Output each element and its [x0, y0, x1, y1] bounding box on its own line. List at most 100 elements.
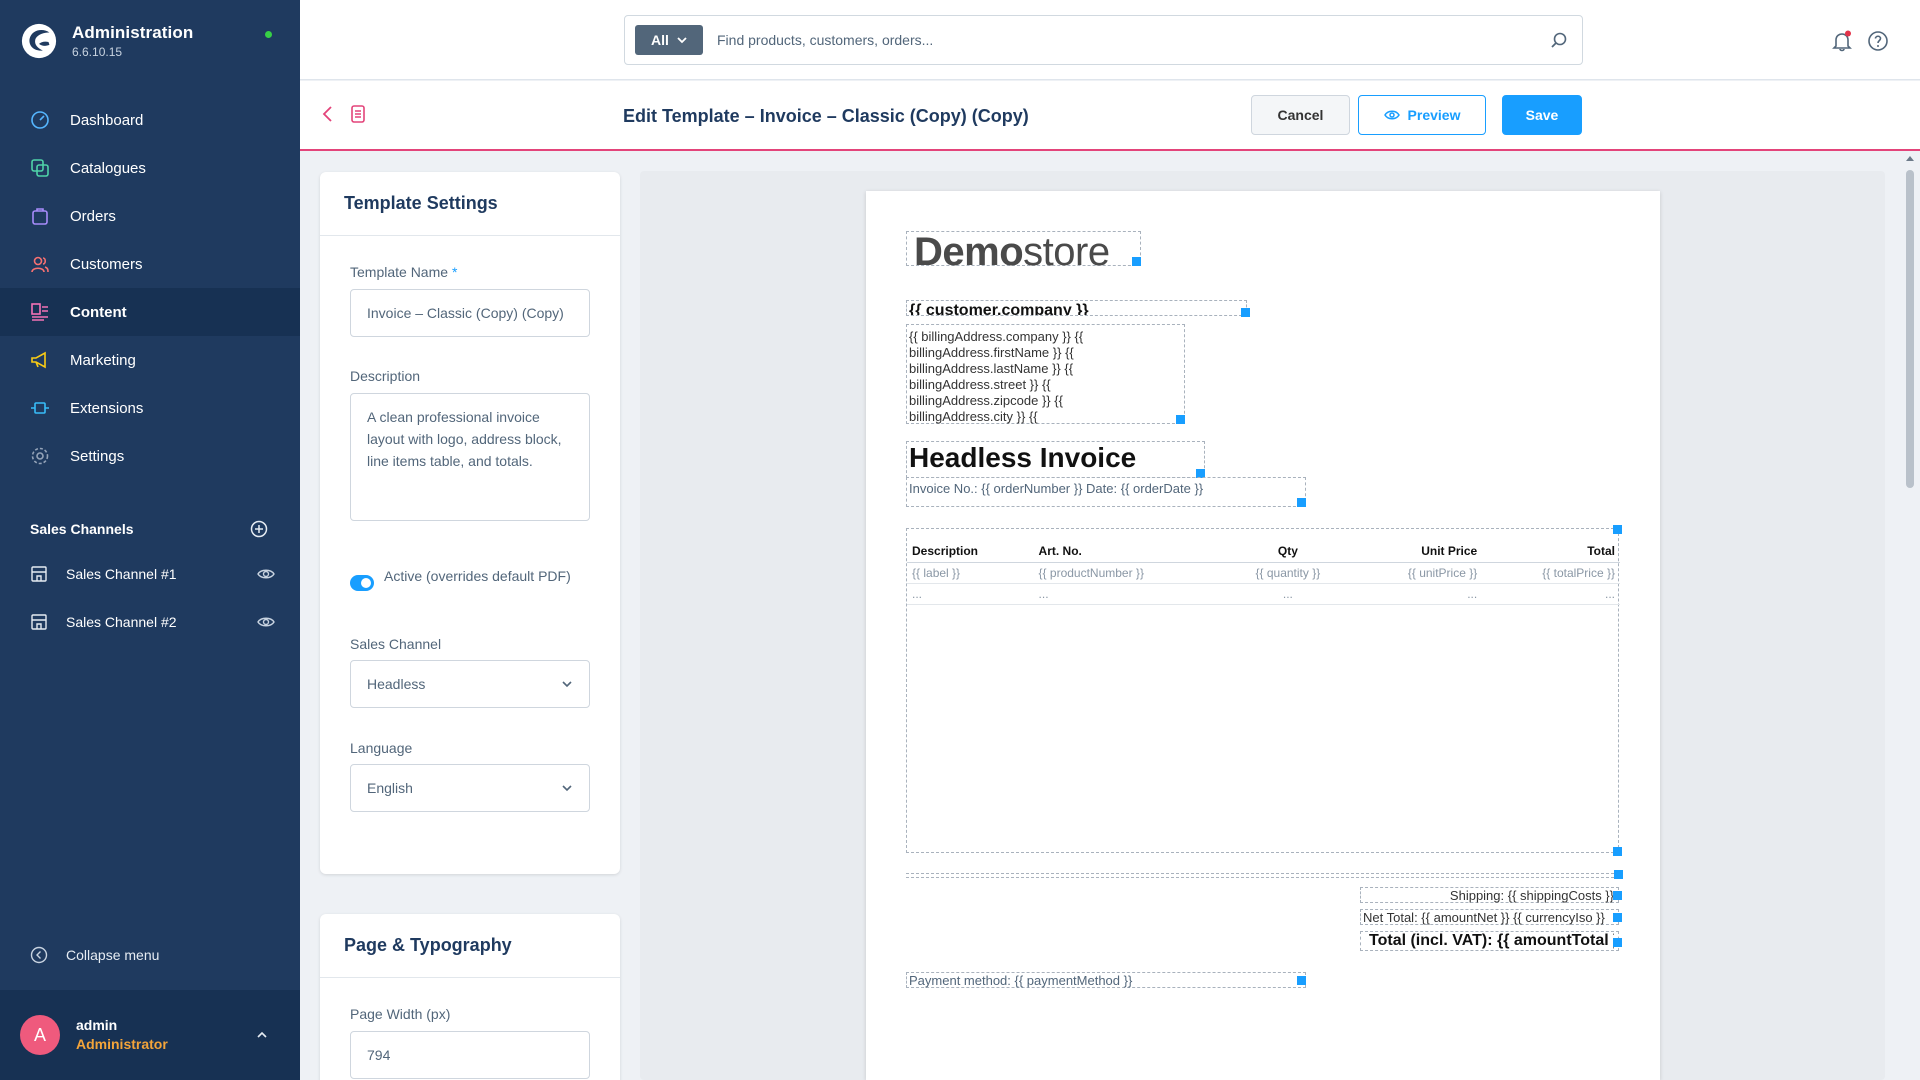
table-header-row: Description Art. No. Qty Unit Price Tota…: [907, 541, 1620, 563]
megaphone-icon: [31, 351, 46, 369]
resize-handle[interactable]: [1613, 525, 1622, 534]
net-total-text: Net Total: {{ amountNet }} {{ currencyIs…: [1363, 910, 1605, 925]
app-title: Administration: [72, 23, 194, 42]
resize-handle[interactable]: [1613, 913, 1622, 922]
collapse-menu-button[interactable]: Collapse menu: [30, 946, 159, 964]
invoice-title-block[interactable]: Headless Invoice: [906, 441, 1205, 478]
eye-icon[interactable]: [257, 565, 275, 583]
nav-item-marketing[interactable]: Marketing: [0, 336, 300, 384]
content-icon: [31, 303, 48, 321]
sales-channel-select[interactable]: Headless: [350, 660, 590, 708]
nav-item-settings[interactable]: Settings: [0, 432, 300, 480]
logo-block[interactable]: Demostore: [906, 230, 1141, 274]
line-items-table: Description Art. No. Qty Unit Price Tota…: [907, 541, 1620, 605]
address-lines: {{ billingAddress.company }} {{ billingA…: [909, 329, 1179, 425]
back-arrow-icon[interactable]: [320, 105, 336, 123]
resize-handle[interactable]: [1613, 938, 1622, 947]
customer-company-block[interactable]: {{ customer.company }}: [906, 300, 1247, 316]
scrollbar-thumb[interactable]: [1906, 170, 1914, 488]
template-name-label: Template Name *: [350, 264, 457, 280]
address-block[interactable]: {{ billingAddress.company }} {{ billingA…: [906, 324, 1185, 424]
help-icon[interactable]: [1867, 30, 1889, 52]
global-search: All: [624, 15, 1583, 65]
nav-item-orders[interactable]: Orders: [0, 192, 300, 240]
resize-handle[interactable]: [1241, 308, 1250, 317]
chevron-up-icon[interactable]: [255, 1028, 269, 1042]
table-cell: ...: [1225, 583, 1351, 605]
table-cell: {{ productNumber }}: [1033, 562, 1226, 584]
table-cell: ...: [1350, 583, 1483, 605]
customers-icon: [31, 256, 49, 273]
nav-label: Catalogues: [70, 159, 146, 177]
description-textarea[interactable]: A clean professional invoice layout with…: [350, 393, 590, 521]
resize-handle[interactable]: [1176, 415, 1185, 424]
spacer-block[interactable]: [906, 873, 1619, 878]
search-input[interactable]: [717, 28, 1517, 52]
logo-bold-text: Demo: [914, 230, 1024, 274]
invoice-meta: Invoice No.: {{ orderNumber }} Date: {{ …: [909, 481, 1204, 496]
nav-item-customers[interactable]: Customers: [0, 240, 300, 288]
page-width-field[interactable]: 794: [350, 1031, 590, 1079]
template-name-value: Invoice – Classic (Copy) (Copy): [367, 305, 564, 321]
nav-label: Extensions: [70, 399, 144, 417]
shipping-block[interactable]: Shipping: {{ shippingCosts }}: [1360, 887, 1622, 903]
smart-bar: Edit Template – Invoice – Classic (Copy)…: [300, 81, 1920, 151]
eye-icon[interactable]: [257, 613, 275, 631]
description-value: A clean professional invoice layout with…: [367, 409, 562, 469]
add-sales-channel-icon[interactable]: [250, 520, 268, 538]
template-settings-card: Template Settings Template Name * Invoic…: [320, 172, 620, 874]
catalogue-icon: [31, 159, 49, 177]
cancel-button[interactable]: Cancel: [1251, 95, 1350, 135]
nav-item-content[interactable]: Content: [0, 288, 300, 336]
search-scope-label: All: [651, 32, 669, 48]
dashboard-icon: [31, 111, 49, 129]
table-row: ... ... ... ... ...: [907, 583, 1620, 605]
resize-handle[interactable]: [1132, 257, 1141, 266]
top-header: All: [300, 0, 1920, 80]
table-row: {{ label }} {{ productNumber }} {{ quant…: [907, 562, 1620, 584]
address-line: billingAddress.firstName }} {{: [909, 345, 1074, 360]
address-line: billingAddress.street }} {{: [909, 377, 1051, 392]
resize-handle[interactable]: [1297, 498, 1306, 507]
table-header: Description: [907, 541, 1034, 563]
scroll-up-arrow[interactable]: [1906, 156, 1914, 161]
resize-handle[interactable]: [1614, 870, 1623, 879]
extensions-icon: [31, 402, 49, 414]
nav-item-extensions[interactable]: Extensions: [0, 384, 300, 432]
nav-item-dashboard[interactable]: Dashboard: [0, 96, 300, 144]
document-icon: [351, 105, 365, 123]
table-cell: {{ unitPrice }}: [1350, 562, 1483, 584]
grand-total-text: Total (incl. VAT): {{ amountTotal }}: [1369, 932, 1614, 949]
brand: Administration 6.6.10.15: [20, 22, 193, 60]
nav-label: Content: [70, 303, 127, 321]
address-line: billingAddress.lastName }} {{: [909, 361, 1074, 376]
line-items-block[interactable]: Description Art. No. Qty Unit Price Tota…: [906, 525, 1622, 856]
search-scope-dropdown[interactable]: All: [635, 25, 703, 55]
resize-handle[interactable]: [1613, 891, 1622, 900]
notification-bell-icon[interactable]: [1831, 30, 1853, 52]
search-icon[interactable]: [1550, 31, 1568, 49]
resize-handle[interactable]: [1297, 976, 1306, 985]
save-button[interactable]: Save: [1502, 95, 1582, 135]
shopware-logo-icon: [21, 23, 57, 59]
grand-total-block[interactable]: Total (incl. VAT): {{ amountTotal }}: [1360, 931, 1622, 951]
collapse-menu-label: Collapse menu: [66, 947, 160, 963]
nav-label: Dashboard: [70, 111, 144, 129]
net-total-block[interactable]: Net Total: {{ amountNet }} {{ currencyIs…: [1360, 909, 1622, 925]
sales-channel-item-2[interactable]: Sales Channel #2: [30, 613, 275, 631]
sales-channel-item-1[interactable]: Sales Channel #1: [30, 565, 275, 583]
invoice-meta-block[interactable]: Invoice No.: {{ orderNumber }} Date: {{ …: [906, 477, 1306, 507]
template-name-field[interactable]: Invoice – Classic (Copy) (Copy): [350, 289, 590, 337]
demostore-logo: Demostore: [914, 230, 1110, 275]
preview-button[interactable]: Preview: [1358, 95, 1486, 135]
invoice-title: Headless Invoice: [909, 442, 1137, 473]
payment-block[interactable]: Payment method: {{ paymentMethod }}: [906, 972, 1306, 988]
template-settings-heading: Template Settings: [320, 172, 620, 236]
resize-handle[interactable]: [1613, 847, 1622, 856]
language-select[interactable]: English: [350, 764, 590, 812]
user-panel[interactable]: A admin Administrator: [0, 990, 300, 1080]
table-header: Art. No.: [1033, 541, 1226, 563]
table-cell: {{ totalPrice }}: [1482, 562, 1620, 584]
nav-item-catalogues[interactable]: Catalogues: [0, 144, 300, 192]
active-toggle[interactable]: [350, 575, 374, 591]
